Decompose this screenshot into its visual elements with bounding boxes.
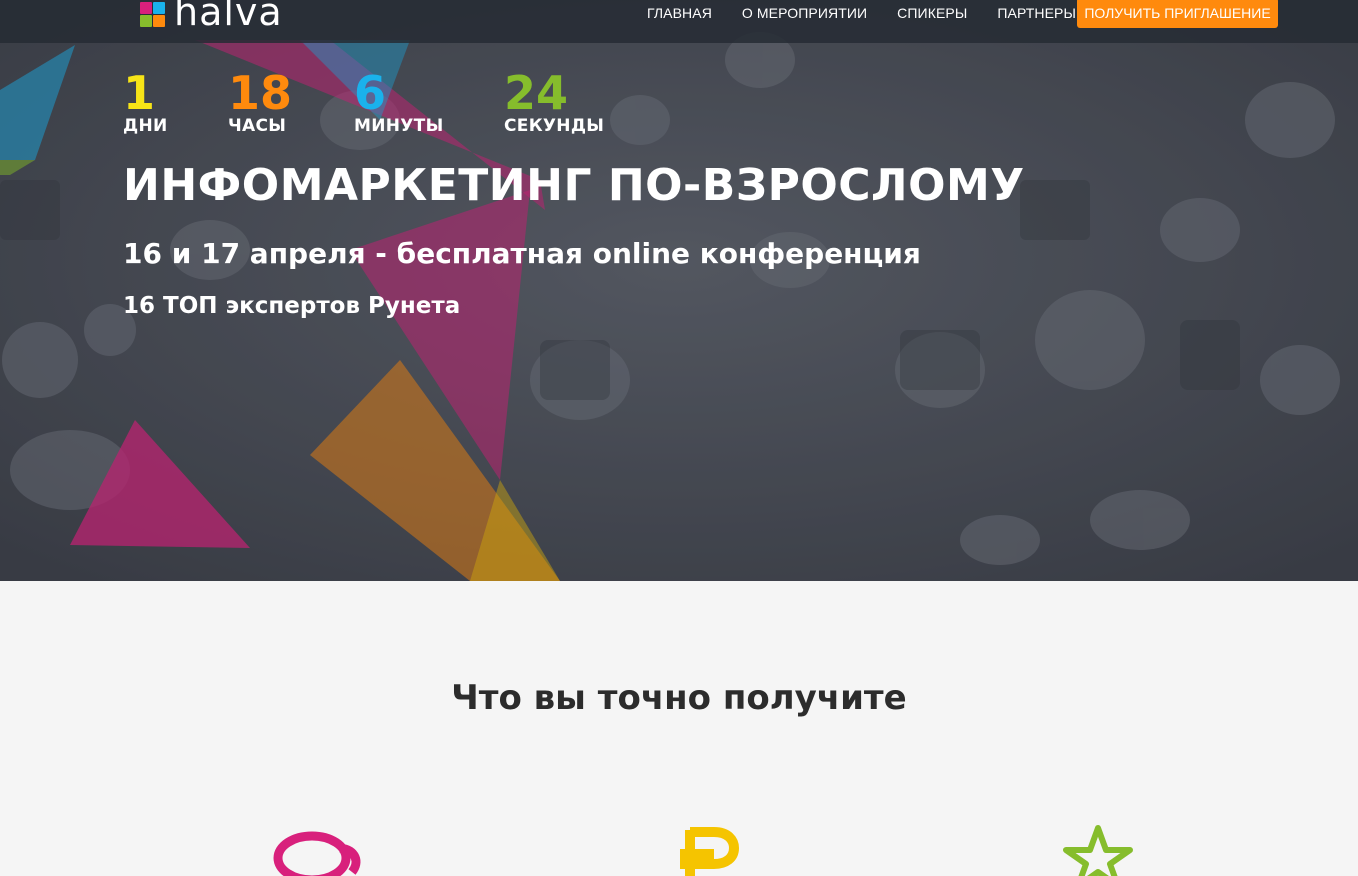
main-nav: ГЛАВНАЯ О МЕРОПРИЯТИИ СПИКЕРЫ ПАРТНЕРЫ	[647, 0, 1106, 26]
get-invitation-button[interactable]: ПОЛУЧИТЬ ПРИГЛАШЕНИЕ	[1077, 0, 1278, 28]
nav-link-partners[interactable]: ПАРТНЕРЫ	[997, 5, 1076, 21]
countdown-minutes-label: МИНУТЫ	[354, 116, 444, 136]
benefits-heading: Что вы точно получите	[451, 678, 907, 718]
countdown-minutes: 6 МИНУТЫ	[354, 70, 444, 136]
chat-bubbles-icon	[273, 831, 361, 876]
logo[interactable]: halva	[138, 0, 283, 34]
countdown-hours: 18 ЧАСЫ	[228, 70, 292, 136]
nav-link-speakers[interactable]: СПИКЕРЫ	[897, 5, 967, 21]
logo-mark-icon	[138, 0, 166, 27]
hero-subtitle: 16 и 17 апреля - бесплатная online конфе…	[123, 237, 921, 270]
countdown-days-label: ДНИ	[123, 116, 168, 136]
logo-text: halva	[174, 0, 283, 34]
hero-section: halva ГЛАВНАЯ О МЕРОПРИЯТИИ СПИКЕРЫ ПАРТ…	[0, 0, 1358, 581]
nav-link-home[interactable]: ГЛАВНАЯ	[647, 5, 712, 21]
countdown-minutes-value: 6	[354, 66, 387, 120]
countdown-hours-label: ЧАСЫ	[228, 116, 287, 136]
countdown-days: 1 ДНИ	[123, 70, 168, 136]
countdown-days-value: 1	[123, 66, 156, 120]
countdown-seconds-value: 24	[504, 66, 569, 120]
hero-experts-note: 16 ТОП экспертов Рунета	[123, 293, 461, 319]
ruble-icon	[680, 827, 740, 876]
hero-title: ИНФОМАРКЕТИНГ ПО-ВЗРОСЛОМУ	[123, 160, 1025, 211]
top-navbar: halva ГЛАВНАЯ О МЕРОПРИЯТИИ СПИКЕРЫ ПАРТ…	[0, 0, 1358, 43]
countdown-seconds: 24 СЕКУНДЫ	[504, 70, 604, 136]
nav-link-about[interactable]: О МЕРОПРИЯТИИ	[742, 5, 867, 21]
countdown-hours-value: 18	[228, 66, 293, 120]
countdown-seconds-label: СЕКУНДЫ	[504, 116, 605, 136]
countdown-timer: 1 ДНИ 18 ЧАСЫ 6 МИНУТЫ 24 СЕКУНДЫ	[0, 70, 1358, 140]
star-icon	[1063, 825, 1133, 876]
